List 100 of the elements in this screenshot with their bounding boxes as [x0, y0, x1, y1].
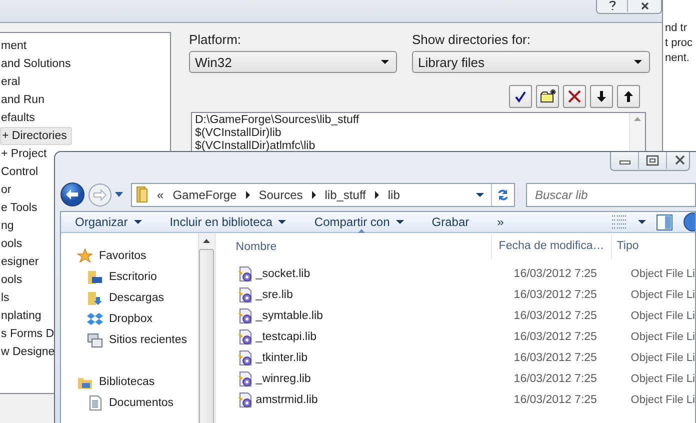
date-cell-text: 16/03/2012 7:25	[512, 288, 598, 300]
folder-icon	[87, 268, 103, 284]
back-button-icon[interactable]	[60, 182, 85, 207]
library-file-icon	[236, 350, 253, 366]
sort-arrow-icon	[358, 229, 365, 233]
breadcrumb[interactable]: GameForge	[172, 188, 237, 202]
file-name[interactable]: _testcapi.lib	[252, 330, 507, 342]
library-file-icon	[236, 286, 253, 302]
tree-item[interactable]: Control	[0, 163, 38, 181]
caret-icon[interactable]	[638, 220, 646, 224]
tree-item[interactable]: nplating	[0, 307, 42, 325]
type-cell-text: Object File Li	[630, 310, 695, 322]
description-text: nent.	[665, 51, 690, 66]
date-cell-text: 16/03/2012 7:25	[512, 268, 598, 280]
dropdown-arrow-icon	[634, 60, 642, 64]
nav-item[interactable]: Sitios recientes	[77, 329, 198, 350]
date-cell-text: 16/03/2012 7:25	[512, 330, 598, 342]
date-cell-text: 16/03/2012 7:25	[512, 372, 598, 384]
tree-item[interactable]: e Tools	[0, 199, 38, 217]
breadcrumb[interactable]: Sources	[258, 188, 303, 202]
directory-entry[interactable]: D:\GameForge\Sources\lib_stuff	[195, 114, 629, 127]
file-name[interactable]: _winreg.lib	[252, 372, 507, 384]
nav-item[interactable]: Escritorio	[77, 266, 198, 287]
date-cell-text: 16/03/2012 7:25	[512, 310, 598, 322]
search-field[interactable]: Buscar lib	[526, 182, 696, 206]
tree-item[interactable]: w Designe	[0, 343, 55, 361]
folder-icon	[136, 186, 148, 203]
preview-pane-icon[interactable]	[656, 214, 673, 230]
breadcrumb[interactable]: lib_stuff	[324, 188, 366, 202]
type-cell-text: Object File Li	[630, 372, 695, 384]
toolbar-button[interactable]: Incluir en biblioteca	[170, 215, 286, 229]
dropdown-arrow-icon[interactable]	[476, 192, 484, 196]
column-header[interactable]: Nombre	[216, 234, 491, 259]
dropdown[interactable]: Win32	[189, 51, 397, 73]
field-label: Platform:	[189, 32, 242, 47]
file-name[interactable]: _sre.lib	[252, 288, 507, 300]
refresh-icon[interactable]	[495, 186, 511, 202]
type-cell-text: Object File Li	[630, 394, 695, 406]
file-name[interactable]: _symtable.lib	[252, 310, 507, 322]
star-icon	[77, 248, 93, 264]
directory-entry[interactable]: $(VCInstallDir)atlmfc\lib	[195, 140, 629, 153]
chevron-icon	[312, 190, 316, 198]
field-label: Show directories for:	[412, 32, 532, 47]
date-cell-text: 16/03/2012 7:25	[512, 352, 598, 364]
tree-item[interactable]: ment	[0, 37, 27, 55]
description-text: t proc	[665, 36, 694, 51]
tree-item[interactable]: ools	[0, 235, 22, 253]
new-folder-icon[interactable]	[536, 85, 559, 108]
tree-item[interactable]: s Forms D	[0, 325, 54, 343]
tree-item[interactable]: and Run	[0, 91, 44, 109]
view-options-icon[interactable]	[611, 214, 628, 230]
type-cell-text: Object File Li	[630, 352, 695, 364]
library-file-icon	[236, 328, 253, 344]
toolbar-button[interactable]: Compartir con	[314, 215, 404, 229]
library-file-icon	[236, 392, 253, 408]
column-header[interactable]: Tipo	[610, 234, 695, 259]
nav-item[interactable]: Dropbox	[77, 308, 198, 329]
computer-icon	[87, 332, 103, 348]
nav-item[interactable]: Documentos	[77, 392, 198, 413]
dropdown-arrow-icon[interactable]	[115, 192, 123, 197]
type-cell-text: Object File Li	[630, 288, 695, 300]
dropdown-arrow-icon	[381, 60, 389, 64]
scroll-up-icon[interactable]	[203, 239, 210, 243]
chevron-icon	[246, 190, 250, 198]
tree-item[interactable]: ng	[0, 217, 14, 235]
dropbox-icon	[87, 310, 103, 326]
folder-icon	[87, 290, 103, 306]
tree-item[interactable]: efaults	[0, 109, 35, 127]
nav-group[interactable]: Bibliotecas	[77, 371, 198, 392]
breadcrumb[interactable]: lib	[388, 188, 400, 202]
breadcrumb-overflow[interactable]: «	[157, 188, 164, 202]
tree-item[interactable]: eral	[0, 73, 20, 91]
file-name[interactable]: _tkinter.lib	[252, 352, 507, 364]
tree-item[interactable]: + Project	[0, 145, 47, 163]
library-file-icon	[236, 370, 253, 386]
tree-item[interactable]: ools	[0, 271, 22, 289]
toolbar-button[interactable]: Grabar	[432, 215, 470, 229]
description-text: nd tr	[665, 21, 688, 36]
nav-group[interactable]: Favoritos	[77, 245, 198, 266]
address-bar[interactable]: « GameForge Sources lib_stuff lib	[131, 182, 515, 206]
file-name[interactable]: _socket.lib	[252, 268, 507, 280]
type-cell-text: Object File Li	[630, 330, 695, 342]
tree-item[interactable]: and Solutions	[0, 55, 71, 73]
tree-item[interactable]: ls	[0, 289, 10, 307]
dropdown[interactable]: Library files	[412, 51, 650, 73]
library-file-icon	[236, 266, 253, 282]
type-cell-text: Object File Li	[630, 268, 695, 280]
toolbar-button[interactable]: Organizar	[75, 215, 142, 229]
tree-item[interactable]: esigner	[0, 253, 39, 271]
checkmark-icon[interactable]	[509, 85, 532, 108]
library-file-icon	[236, 308, 253, 324]
nav-item[interactable]: Descargas	[77, 287, 198, 308]
scrollbar-thumb[interactable]	[199, 249, 214, 423]
tree-item[interactable]: + Directories	[0, 127, 72, 145]
directory-entry[interactable]: $(VCInstallDir)lib	[195, 127, 629, 140]
file-name[interactable]: amstrmid.lib	[252, 394, 507, 406]
more-button[interactable]: »	[497, 215, 504, 229]
column-header[interactable]: Fecha de modifica…	[490, 234, 611, 259]
tree-item[interactable]: or	[0, 181, 12, 199]
delete-icon[interactable]	[563, 85, 586, 108]
